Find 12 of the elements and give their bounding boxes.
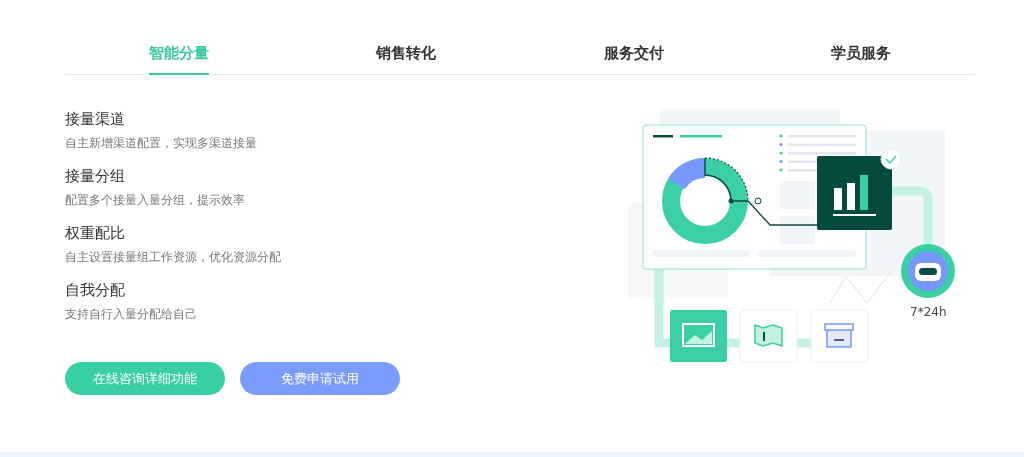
feature-title: 接量渠道	[65, 109, 126, 129]
feature-title: 权重配比	[65, 223, 126, 243]
feature-description: 自主新增渠道配置，实现多渠道接量	[65, 135, 258, 151]
tab[interactable]: 销售转化	[376, 44, 437, 75]
feature-description: 支持自行入量分配给自己	[65, 306, 198, 322]
service-hours-label: 7*24h	[910, 305, 947, 319]
feature-description: 配置多个接量入量分组，提示效率	[65, 192, 246, 208]
feature-description: 自主设置接量组工作资源，优化资源分配	[65, 249, 282, 265]
feature-title: 接量分组	[65, 166, 126, 186]
tab[interactable]: 服务交付	[603, 44, 664, 75]
feature-title: 自我分配	[65, 280, 126, 300]
tab[interactable]: 学员服务	[831, 44, 892, 75]
